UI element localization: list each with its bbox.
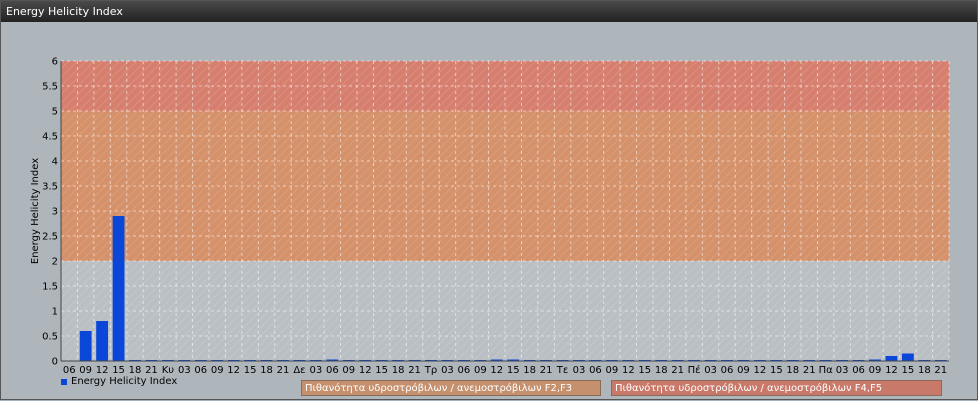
chart-window: Energy Helicity Index 0 0.5 1 1.5 2 2.5 3 3.5 4 4… [0, 0, 978, 400]
x-tick-label: 21 [540, 365, 553, 376]
x-tick-label: 21 [803, 365, 816, 376]
y-axis-label: Energy Helicity Index [30, 158, 41, 264]
y-tick-label: 4.5 [42, 132, 58, 143]
x-tick-label: 18 [260, 365, 273, 376]
x-tick-label: 06 [852, 365, 865, 376]
bar-3 [112, 216, 125, 361]
x-tick-label: 15 [770, 365, 783, 376]
x-tick-label: 12 [622, 365, 635, 376]
x-tick-label: 09 [606, 365, 619, 376]
x-tick-label: Δε [293, 365, 305, 376]
y-tick-label: 0.5 [42, 332, 58, 343]
legend-swatch [61, 378, 67, 385]
x-tick-label: 03 [704, 365, 717, 376]
x-tick-label: 12 [490, 365, 503, 376]
y-tick-label: 1 [52, 307, 58, 318]
x-tick-label: 09 [342, 365, 355, 376]
x-tick-label: 03 [178, 365, 191, 376]
x-tick-label: 06 [589, 365, 602, 376]
x-tick-label: 15 [244, 365, 257, 376]
y-tick-label: 2 [52, 257, 58, 268]
x-tick-label: 15 [112, 365, 125, 376]
y-tick-label: 5.5 [42, 82, 58, 93]
y-tick-label: 5 [52, 107, 58, 118]
x-tick-label: 03 [573, 365, 586, 376]
x-tick-label: 03 [836, 365, 849, 376]
x-tick-label: 09 [79, 365, 92, 376]
legend: Energy Helicity Index [61, 376, 177, 387]
y-tick-label: 3 [52, 207, 58, 218]
x-tick-label: 06 [63, 365, 76, 376]
x-tick-label: 21 [408, 365, 421, 376]
x-tick-label: 12 [227, 365, 240, 376]
x-tick-label: 12 [359, 365, 372, 376]
y-tick-label: 4 [52, 157, 58, 168]
legend-label: Energy Helicity Index [71, 376, 178, 387]
x-tick-label: 03 [310, 365, 323, 376]
x-tick-label: 03 [441, 365, 454, 376]
x-tick-label: 06 [458, 365, 471, 376]
x-tick-label: 09 [211, 365, 224, 376]
x-tick-label: 21 [934, 365, 947, 376]
bar-2 [96, 321, 109, 361]
y-tick-label: 3.5 [42, 182, 58, 193]
y-tick-label: 1.5 [42, 282, 58, 293]
x-tick-label: 06 [194, 365, 207, 376]
bar-51 [901, 353, 914, 361]
x-tick-label: Πα [819, 365, 834, 376]
x-tick-label: 18 [392, 365, 405, 376]
bar-50 [885, 356, 898, 361]
x-tick-label: 09 [474, 365, 487, 376]
x-tick-label: Πέ [688, 364, 701, 376]
y-tick-label: 0 [52, 357, 58, 368]
x-tick-label: Κυ [162, 365, 175, 376]
x-tick-label: 18 [523, 365, 536, 376]
band-legend-f4f5: Πιθανότητα υδροστρόβιλων / ανεμοστρόβιλω… [611, 380, 942, 396]
y-tick-label: 2.5 [42, 232, 58, 243]
x-tick-label: 15 [638, 365, 651, 376]
x-tick-label: 21 [277, 365, 290, 376]
bar-1 [79, 331, 92, 361]
x-tick-label: 09 [869, 365, 882, 376]
x-tick-label: 18 [786, 365, 799, 376]
x-tick-label: 12 [885, 365, 898, 376]
plot-area: 00.511.522.533.544.555.5606 09 12 15 18 21 Κυ 0… [30, 57, 950, 376]
x-tick-label: 06 [326, 365, 339, 376]
band-legend-f2f3: Πιθανότητα υδροστρόβιλων / ανεμοστρόβιλω… [301, 380, 601, 396]
x-tick-label: Τε [556, 365, 569, 376]
x-tick-label: 15 [902, 365, 915, 376]
x-tick-label: 21 [145, 365, 158, 376]
x-tick-label: 21 [671, 365, 684, 376]
x-tick-label: 18 [129, 365, 142, 376]
x-tick-label: 06 [721, 365, 734, 376]
x-tick-label: 12 [96, 365, 109, 376]
y-tick-label: 6 [52, 57, 58, 68]
x-tick-label: 15 [375, 365, 388, 376]
x-tick-label: 15 [507, 365, 520, 376]
x-tick-label: 18 [918, 365, 931, 376]
x-tick-label: 09 [737, 365, 750, 376]
x-tick-label: Τρ [424, 365, 437, 376]
x-tick-label: 12 [754, 365, 767, 376]
x-tick-label: 18 [655, 365, 668, 376]
